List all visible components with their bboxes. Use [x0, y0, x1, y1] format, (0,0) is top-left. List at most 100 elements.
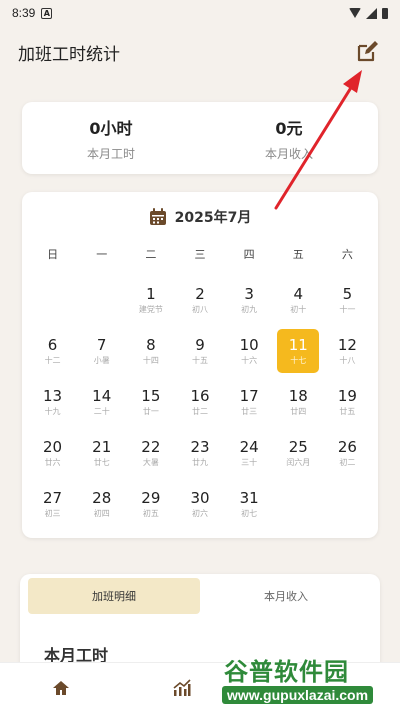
calendar-card: 2025年7月 日 一 二 三 四 五 六 1 建党节 2 初八 3 初九 4 初十 5 十一 6 十… [22, 192, 378, 538]
day-number: 21 [92, 438, 112, 456]
tab-overtime-detail[interactable]: 加班明细 [28, 578, 200, 614]
calendar-day[interactable]: 17 廿三 [225, 380, 274, 431]
calendar-day-box: 10 十六 [228, 329, 270, 373]
calendar-day[interactable]: 3 初九 [225, 278, 274, 329]
lunar-date: 十二 [44, 356, 61, 365]
lunar-date: 十四 [142, 356, 159, 365]
calendar-day[interactable]: 22 大暑 [126, 431, 175, 482]
calendar-day[interactable]: 19 廿五 [323, 380, 372, 431]
calendar-day-box: 3 初九 [228, 278, 270, 322]
status-time: 8:39 [12, 6, 36, 20]
day-number: 13 [43, 387, 63, 405]
calendar-day[interactable]: 7 小暑 [77, 329, 126, 380]
calendar-day[interactable]: 5 十一 [323, 278, 372, 329]
weekday-label: 五 [292, 248, 304, 261]
watermark-url: www.gupuxlazai.com [222, 686, 374, 704]
calendar-day-box: 23 廿九 [179, 431, 221, 475]
calendar-day[interactable]: 28 初四 [77, 482, 126, 533]
weekday-label: 六 [341, 248, 353, 261]
tab-monthly-income[interactable]: 本月收入 [200, 578, 372, 614]
calendar-day-box: 20 廿六 [32, 431, 74, 475]
calendar-day[interactable]: 29 初五 [126, 482, 175, 533]
income-label: 本月收入 [264, 146, 313, 161]
calendar-day[interactable]: 20 廿六 [28, 431, 77, 482]
calendar-day[interactable]: 21 廿七 [77, 431, 126, 482]
calendar-day-box: 31 初七 [228, 482, 270, 526]
calendar-day[interactable]: 13 十九 [28, 380, 77, 431]
calendar-day[interactable]: 26 初二 [323, 431, 372, 482]
calendar-day-box: 12 十八 [326, 329, 368, 373]
calendar-day[interactable]: 2 初八 [175, 278, 224, 329]
day-number: 23 [190, 438, 210, 456]
lunar-date: 廿二 [191, 407, 208, 416]
wifi-icon [349, 8, 361, 18]
calendar-empty-cell [28, 278, 77, 329]
lunar-date: 十一 [339, 305, 356, 314]
lunar-date: 廿九 [191, 458, 208, 467]
day-number: 3 [244, 285, 254, 303]
weekday-label: 四 [243, 248, 255, 261]
weekday-label: 日 [47, 248, 59, 261]
lunar-date: 初四 [93, 509, 110, 518]
income-value: 0元 [275, 118, 303, 138]
lunar-date: 初六 [191, 509, 208, 518]
hours-value: 0小时 [89, 118, 133, 138]
days-grid: 1 建党节 2 初八 3 初九 4 初十 5 十一 6 十二 7 小暑 8 十四 9 十五 10 十六 11 十七 12 十八… [28, 278, 372, 533]
calendar-day[interactable]: 31 初七 [225, 482, 274, 533]
calendar-day-box: 6 十二 [32, 329, 74, 373]
calendar-day[interactable]: 8 十四 [126, 329, 175, 380]
day-number: 2 [195, 285, 205, 303]
lunar-date: 十五 [191, 356, 208, 365]
calendar-day[interactable]: 10 十六 [225, 329, 274, 380]
detail-tabs: 加班明细 本月收入 [28, 578, 372, 614]
edit-square-icon [357, 41, 378, 62]
calendar-day-box: 15 廿一 [130, 380, 172, 424]
summary-card: 0小时 本月工时 0元 本月收入 [22, 102, 378, 174]
calendar-day[interactable]: 18 廿四 [274, 380, 323, 431]
lunar-date: 十七 [290, 356, 307, 365]
calendar-day[interactable]: 1 建党节 [126, 278, 175, 329]
calendar-day[interactable]: 23 廿九 [175, 431, 224, 482]
calendar-day[interactable]: 4 初十 [274, 278, 323, 329]
calendar-day[interactable]: 27 初三 [28, 482, 77, 533]
calendar-day[interactable]: 6 十二 [28, 329, 77, 380]
lunar-date: 初三 [44, 509, 61, 518]
calendar-day-box: 5 十一 [326, 278, 368, 322]
lunar-date: 十八 [339, 356, 356, 365]
calendar-header[interactable]: 2025年7月 [22, 206, 378, 228]
weekday-label: 二 [145, 248, 157, 261]
chart-icon [173, 678, 191, 696]
app-bar: 加班工时统计 [0, 26, 400, 78]
nav-home[interactable] [0, 663, 121, 712]
lunar-date: 初二 [339, 458, 356, 467]
calendar-day[interactable]: 24 三十 [225, 431, 274, 482]
day-number: 29 [141, 489, 161, 507]
calendar-day-box: 2 初八 [179, 278, 221, 322]
calendar-day[interactable]: 9 十五 [175, 329, 224, 380]
lunar-date: 廿三 [241, 407, 258, 416]
day-number: 14 [92, 387, 112, 405]
calendar-day-box: 21 廿七 [81, 431, 123, 475]
calendar-day-selected[interactable]: 11 十七 [274, 329, 323, 380]
day-number: 8 [146, 336, 156, 354]
weekday-row: 日 一 二 三 四 五 六 [28, 246, 372, 262]
day-number: 30 [190, 489, 210, 507]
calendar-day[interactable]: 14 二十 [77, 380, 126, 431]
calendar-day[interactable]: 25 闰六月 [274, 431, 323, 482]
month-label: 2025年7月 [174, 210, 252, 226]
calendar-day-box: 24 三十 [228, 431, 270, 475]
day-number: 4 [293, 285, 304, 303]
day-number: 19 [337, 387, 357, 405]
calendar-day[interactable]: 12 十八 [323, 329, 372, 380]
calendar-day[interactable]: 15 廿一 [126, 380, 175, 431]
calendar-day[interactable]: 16 廿二 [175, 380, 224, 431]
calendar-day-box: 29 初五 [130, 482, 172, 526]
calendar-day-box: 14 二十 [81, 380, 123, 424]
day-number: 6 [47, 336, 58, 354]
calendar-day-box: 17 廿三 [228, 380, 270, 424]
lunar-date: 建党节 [138, 305, 163, 314]
edit-button[interactable] [352, 37, 382, 67]
calendar-day[interactable]: 30 初六 [175, 482, 224, 533]
income-summary: 0元 本月收入 [200, 102, 378, 174]
day-number: 15 [141, 387, 161, 405]
